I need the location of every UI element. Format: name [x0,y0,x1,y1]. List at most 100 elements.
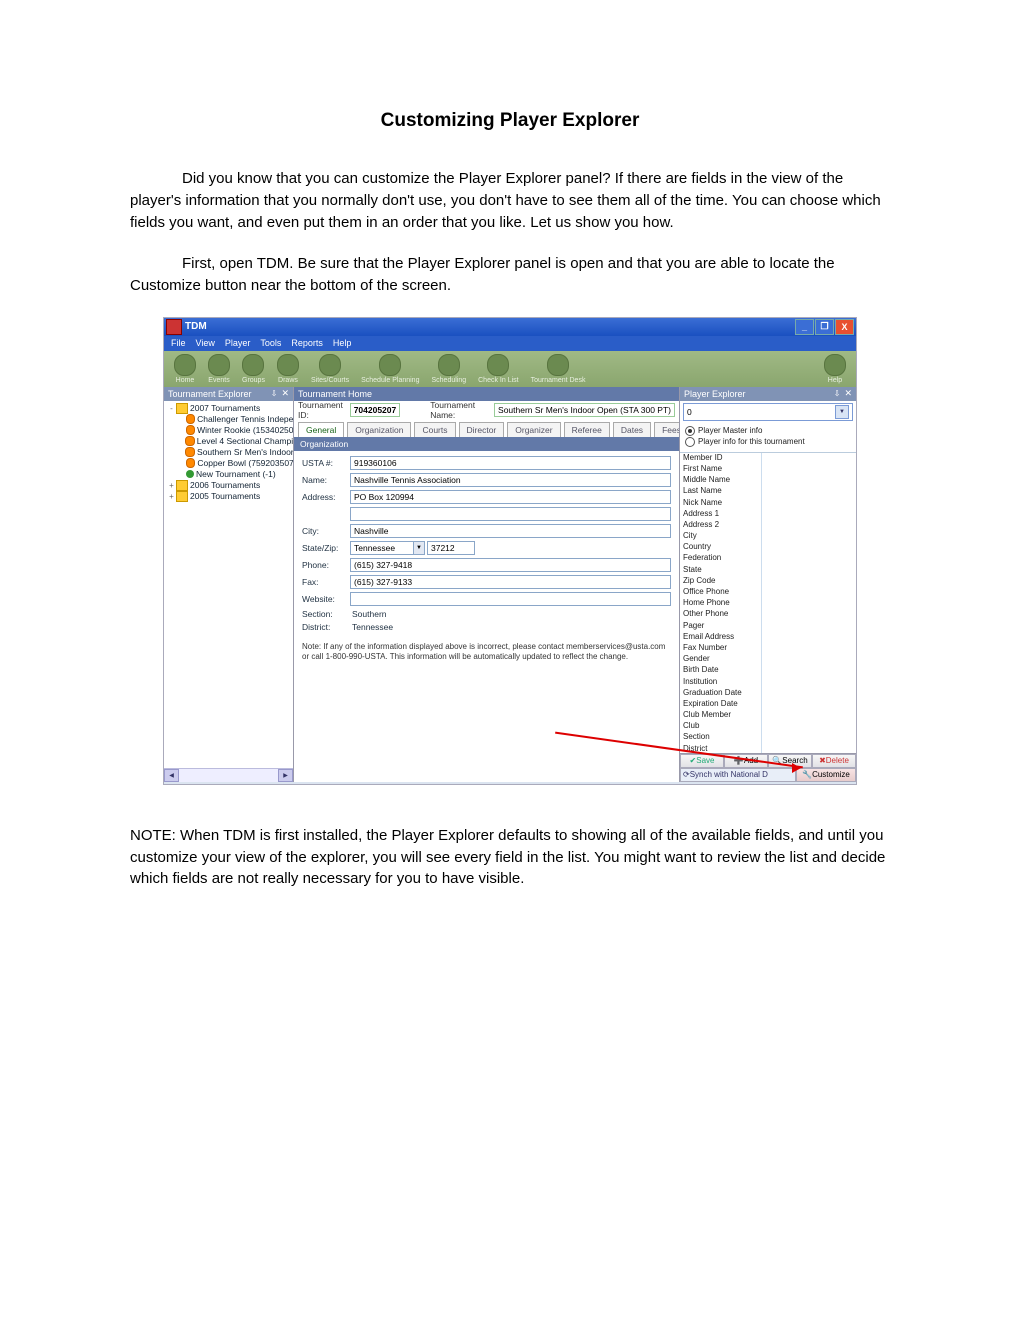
tab-organization[interactable]: Organization [347,422,411,437]
menu-player[interactable]: Player [220,336,256,351]
tree-item[interactable]: New Tournament (-1) [167,469,293,480]
customize-button[interactable]: 🔧 Customize [796,768,856,782]
tree-item[interactable]: -2007 Tournaments [167,403,293,414]
tab-courts[interactable]: Courts [414,422,455,437]
field-value[interactable] [761,565,856,576]
maximize-button[interactable]: ❐ [815,319,834,335]
field-value[interactable] [761,464,856,475]
field-value[interactable] [761,531,856,542]
field-value[interactable] [761,699,856,710]
field-row[interactable]: Birth Date [680,665,856,676]
toolbar-sites[interactable]: Sites/Courts [311,354,349,384]
chevron-down-icon[interactable]: ▼ [414,541,425,555]
fax-input[interactable]: (615) 327-9133 [350,575,671,589]
tab-general[interactable]: General [298,422,344,437]
field-value[interactable] [761,609,856,620]
field-row[interactable]: Member ID [680,453,856,464]
pin-icon[interactable]: ⇩ [834,389,841,398]
field-value[interactable] [761,509,856,520]
toolbar-desk[interactable]: Tournament Desk [531,354,586,384]
field-row[interactable]: Zip Code [680,576,856,587]
toolbar-events[interactable]: Events [208,354,230,384]
city-input[interactable]: Nashville [350,524,671,538]
tree-item[interactable]: +2006 Tournaments [167,480,293,491]
addr1-input[interactable]: PO Box 120994 [350,490,671,504]
menu-file[interactable]: File [166,336,191,351]
addr2-input[interactable] [350,507,671,521]
scroll-left-icon[interactable]: ◀ [164,769,179,782]
field-row[interactable]: Address 1 [680,509,856,520]
field-value[interactable] [761,654,856,665]
minimize-button[interactable]: _ [795,319,814,335]
field-value[interactable] [761,710,856,721]
field-row[interactable]: Country [680,542,856,553]
field-row[interactable]: Graduation Date [680,688,856,699]
menu-tools[interactable]: Tools [255,336,286,351]
web-input[interactable] [350,592,671,606]
field-row[interactable]: State [680,565,856,576]
field-row[interactable]: District [680,744,856,753]
field-value[interactable] [761,632,856,643]
radio-master-info[interactable]: Player Master info [685,426,851,436]
delete-button[interactable]: ✖ Delete [812,754,856,768]
menu-help[interactable]: Help [328,336,357,351]
phone-input[interactable]: (615) 327-9418 [350,558,671,572]
toolbar-draws[interactable]: Draws [277,354,299,384]
field-row[interactable]: Office Phone [680,587,856,598]
state-select[interactable]: Tennessee [350,541,414,555]
toolbar-help[interactable]: Help [824,354,846,384]
field-row[interactable]: Fax Number [680,643,856,654]
field-row[interactable]: Section [680,732,856,743]
toolbar-groups[interactable]: Groups [242,354,265,384]
field-value[interactable] [761,665,856,676]
field-value[interactable] [761,553,856,564]
field-row[interactable]: Gender [680,654,856,665]
tree-item[interactable]: Challenger Tennis Indepen [167,414,293,425]
field-row[interactable]: City [680,531,856,542]
radio-tournament-info[interactable]: Player info for this tournament [685,437,851,447]
field-row[interactable]: Home Phone [680,598,856,609]
menu-view[interactable]: View [191,336,220,351]
field-row[interactable]: Last Name [680,486,856,497]
field-row[interactable]: Other Phone [680,609,856,620]
field-row[interactable]: Club [680,721,856,732]
field-row[interactable]: Expiration Date [680,699,856,710]
field-row[interactable]: Address 2 [680,520,856,531]
pin-icon[interactable]: ⇩ [271,389,278,398]
tab-dates[interactable]: Dates [613,422,651,437]
field-value[interactable] [761,721,856,732]
field-row[interactable]: Club Member [680,710,856,721]
scrollbar[interactable]: ◀ ▶ [164,768,293,782]
field-value[interactable] [761,453,856,464]
tab-director[interactable]: Director [459,422,505,437]
field-value[interactable] [761,732,856,743]
toolbar-checkin[interactable]: Check In List [478,354,518,384]
close-icon[interactable]: ✕ [844,388,852,399]
toolbar-schedule-planning[interactable]: Schedule Planning [361,354,419,384]
close-icon[interactable]: ✕ [281,388,289,399]
zip-input[interactable]: 37212 [427,541,475,555]
field-value[interactable] [761,486,856,497]
field-row[interactable]: Institution [680,677,856,688]
player-select[interactable]: 0 ▼ [683,403,853,421]
tree-item[interactable]: Winter Rookie (153402507 [167,425,293,436]
field-row[interactable]: Nick Name [680,498,856,509]
tab-referee[interactable]: Referee [564,422,610,437]
field-value[interactable] [761,744,856,753]
tree-item[interactable]: Southern Sr Men's Indoor ( [167,447,293,458]
field-value[interactable] [761,688,856,699]
tree-item[interactable]: Copper Bowl (759203507) [167,458,293,469]
field-value[interactable] [761,520,856,531]
toolbar-home[interactable]: Home [174,354,196,384]
field-row[interactable]: Email Address [680,632,856,643]
field-value[interactable] [761,677,856,688]
tree-item[interactable]: Level 4 Sectional Champior [167,436,293,447]
toolbar-scheduling[interactable]: Scheduling [431,354,466,384]
tab-organizer[interactable]: Organizer [507,422,560,437]
usta-input[interactable]: 919360106 [350,456,671,470]
tournament-tree[interactable]: -2007 TournamentsChallenger Tennis Indep… [164,401,293,768]
field-row[interactable]: Federation [680,553,856,564]
menu-reports[interactable]: Reports [286,336,328,351]
field-row[interactable]: First Name [680,464,856,475]
chevron-down-icon[interactable]: ▼ [835,405,849,419]
